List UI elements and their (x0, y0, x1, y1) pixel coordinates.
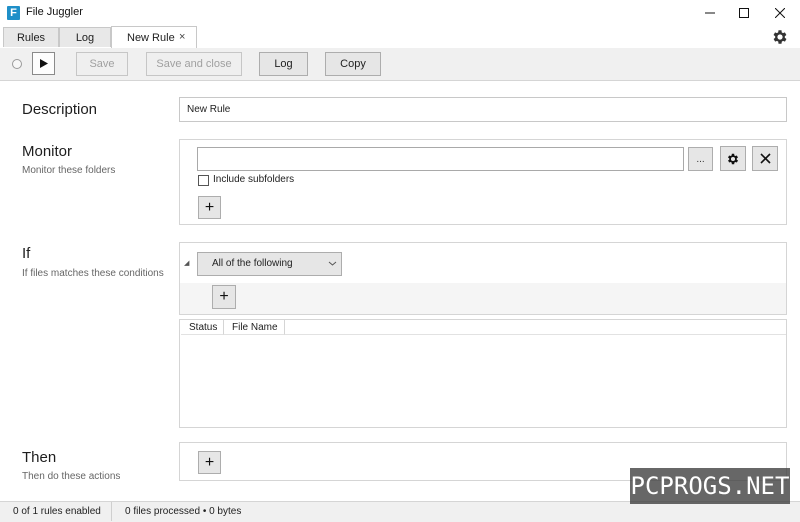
watermark: PCPROGS.NET (630, 468, 790, 504)
then-subtitle: Then do these actions (22, 471, 121, 482)
conditions-tree-row (180, 283, 786, 314)
include-subfolders-checkbox[interactable] (198, 175, 209, 186)
collapse-triangle-icon[interactable]: ◢ (184, 259, 189, 267)
copy-button[interactable]: Copy (325, 52, 381, 76)
add-condition-button[interactable]: + (212, 285, 236, 309)
minimize-icon (705, 12, 715, 14)
tab-log[interactable]: Log (59, 27, 111, 47)
status-divider (111, 502, 112, 521)
app-logo-icon: F (7, 6, 20, 20)
maximize-icon (739, 8, 749, 18)
status-bar (0, 501, 800, 522)
rule-status-indicator (12, 59, 22, 69)
monitor-subtitle: Monitor these folders (22, 165, 116, 176)
if-subtitle: If files matches these conditions (22, 268, 164, 279)
minimize-button[interactable] (692, 0, 728, 26)
play-icon (39, 59, 48, 68)
run-rule-button[interactable] (32, 52, 55, 75)
column-header-status[interactable]: Status (181, 320, 224, 335)
description-heading: Description (22, 101, 98, 118)
condition-mode-dropdown[interactable]: All of the following (197, 252, 342, 276)
folder-path-input[interactable] (197, 147, 684, 171)
settings-gear-icon[interactable] (771, 28, 789, 46)
column-header-file-name[interactable]: File Name (224, 320, 285, 335)
monitor-heading: Monitor (22, 143, 73, 160)
tab-close-icon[interactable]: × (179, 31, 185, 43)
gear-icon (773, 30, 787, 44)
close-icon (775, 8, 785, 18)
close-icon (759, 153, 771, 164)
gear-icon (727, 153, 739, 164)
chevron-down-icon (328, 259, 337, 268)
column-header-filler (285, 320, 786, 335)
title-bar (0, 0, 800, 26)
if-heading: If (22, 245, 31, 262)
file-results-table (179, 319, 787, 428)
folder-settings-button[interactable] (720, 146, 746, 171)
log-button[interactable]: Log (259, 52, 308, 76)
rules-enabled-status: 0 of 1 rules enabled (13, 506, 101, 517)
browse-folder-button[interactable]: ... (688, 147, 713, 171)
include-subfolders-label: Include subfolders (213, 174, 295, 185)
description-input[interactable]: New Rule (179, 97, 787, 122)
save-button[interactable]: Save (76, 52, 128, 76)
tab-rules[interactable]: Rules (3, 27, 59, 47)
watermark-text: PCPROGS.NET (630, 472, 790, 500)
add-action-button[interactable]: + (198, 451, 221, 474)
maximize-button[interactable] (726, 0, 762, 26)
close-window-button[interactable] (762, 0, 798, 26)
then-heading: Then (22, 449, 57, 466)
save-and-close-button[interactable]: Save and close (146, 52, 242, 76)
add-folder-button[interactable]: + (198, 196, 221, 219)
files-processed-status: 0 files processed • 0 bytes (125, 506, 242, 517)
remove-folder-button[interactable] (752, 146, 778, 171)
window-title: File Juggler (26, 6, 83, 18)
